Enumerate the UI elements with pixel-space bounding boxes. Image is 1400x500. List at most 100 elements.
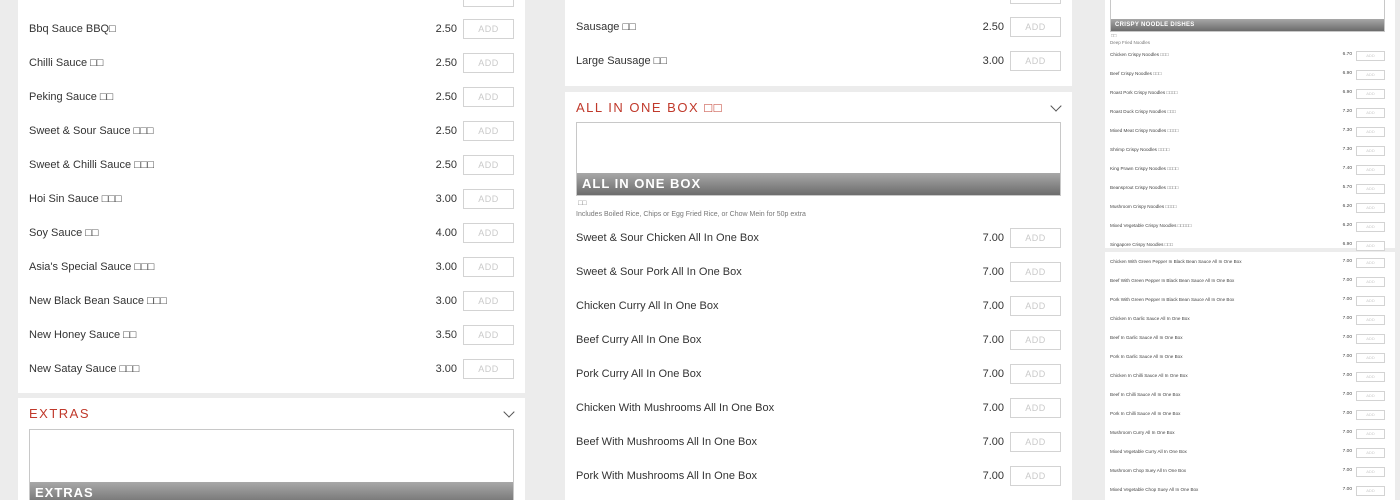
menu-item-row: Sweet & Sour Chicken All In One Box 7.00 A… [565,228,1072,265]
add-button[interactable]: ADD [1356,127,1385,137]
item-name: Chilli Sauce □□ [29,57,104,69]
add-button[interactable]: ADD [1356,391,1385,401]
item-name: Sweet & Chilli Sauce □□□ [29,159,155,171]
add-button[interactable]: ADD [463,53,514,73]
menu-item-row: Large Sausage □□ 3.00 ADD [565,51,1072,88]
item-price: 7.00 [1342,259,1352,264]
add-button[interactable]: ADD [1356,486,1385,496]
add-button[interactable]: ADD [1010,432,1061,452]
add-button[interactable]: ADD [1356,372,1385,382]
menu-item-row: Roast Duck Crispy Noodles □□□ 7.20 ADD [1105,108,1395,128]
item-price: 7.30 [1342,128,1352,133]
add-button[interactable]: ADD [1356,334,1385,344]
item-price: 7.00 [982,300,1004,312]
item-price: 6.90 [1342,71,1352,76]
add-button[interactable]: ADD [1010,262,1061,282]
add-button[interactable]: ADD [463,155,514,175]
add-button[interactable]: ADD [463,87,514,107]
banner-title: ALL IN ONE BOX [577,173,1060,195]
add-button[interactable]: ADD [1010,398,1061,418]
menu-item-row: Shrimp Crispy Noodles □□□□ 7.30 ADD [1105,146,1395,166]
add-button[interactable]: ADD [1356,51,1385,61]
item-name: Chicken Crispy Noodles □□□ [1110,52,1169,57]
add-button[interactable]: ADD [1356,146,1385,156]
item-price: 7.00 [982,334,1004,346]
item-name: Pork Curry All In One Box [576,368,702,380]
menu-item-row: Mixed Vegetable Crispy Noodles □□□□□ 6.20… [1105,222,1395,242]
menu-item-row: Chicken In Garlic Sauce All In One Box 7.… [1105,315,1395,335]
add-button[interactable]: ADD [1356,70,1385,80]
add-button[interactable]: ADD [1010,51,1061,71]
add-button[interactable]: ADD [1356,353,1385,363]
item-name: Beef In Garlic Sauce All In One Box [1110,335,1183,340]
menu-item-row: Chicken Crispy Noodles □□□ 6.70 ADD [1105,51,1395,71]
add-button[interactable]: ADD [463,19,514,39]
item-name: New Honey Sauce □□ [29,329,137,341]
menu-item-row: Chicken With Green Pepper In Black Bean … [1105,258,1395,278]
add-button[interactable] [1010,0,1061,4]
add-button[interactable]: ADD [463,223,514,243]
add-button[interactable] [463,0,514,7]
item-name: Chicken In Chilli Sauce All In One Box [1110,373,1188,378]
menu-item-row: Chicken Curry All In One Box 7.00 ADD [565,296,1072,333]
menu-item-row: Beansprout Crispy Noodles □□□□ 5.70 ADD [1105,184,1395,204]
add-button[interactable]: ADD [1356,89,1385,99]
add-button[interactable]: ADD [1356,184,1385,194]
add-button[interactable]: ADD [1356,467,1385,477]
add-button[interactable]: ADD [463,325,514,345]
item-price: 3.00 [435,295,457,307]
item-price: 6.90 [1342,90,1352,95]
section-description: Deep Fried Noodles [1110,40,1151,45]
item-name: Roast Pork Crispy Noodles □□□□ [1110,90,1178,95]
item-name: Large Sausage □□ [576,55,667,67]
item-price: 7.00 [982,368,1004,380]
item-price: 7.00 [982,470,1004,482]
add-button[interactable]: ADD [1356,203,1385,213]
section-header[interactable]: ALL IN ONE BOX □□ [565,92,1072,122]
add-button[interactable]: ADD [1010,228,1061,248]
add-button[interactable]: ADD [463,359,514,379]
item-name: Chicken In Garlic Sauce All In One Box [1110,316,1190,321]
add-button[interactable]: ADD [1010,296,1061,316]
section-chinese-name: □□ [1111,33,1117,38]
add-button[interactable]: ADD [1356,241,1385,251]
menu-item-row: Pork Curry All In One Box 7.00 ADD [565,364,1072,401]
add-button[interactable]: ADD [1356,315,1385,325]
menu-item-row: Bbq Sauce BBQ□ 2.50 ADD [18,19,525,56]
menu-column-2: Sausage □□ 2.50 ADD Large Sausage □□ 3.00 ADD… [565,0,1072,500]
item-price: 2.50 [435,57,457,69]
add-button[interactable]: ADD [1010,330,1061,350]
add-button[interactable]: ADD [1356,429,1385,439]
item-price: 7.00 [1342,373,1352,378]
item-name: Sweet & Sour Pork All In One Box [576,266,742,278]
add-button[interactable]: ADD [463,291,514,311]
add-button[interactable]: ADD [1010,364,1061,384]
menu-item-row: New Honey Sauce □□ 3.50 ADD [18,325,525,362]
add-button[interactable]: ADD [463,257,514,277]
menu-item-row: Pork With Green Pepper In Black Bean Sau… [1105,296,1395,316]
add-button[interactable]: ADD [1356,222,1385,232]
menu-item-row: Peking Sauce □□ 2.50 ADD [18,87,525,124]
menu-item-row: Beef Crispy Noodles □□□ 6.90 ADD [1105,70,1395,90]
add-button[interactable]: ADD [1010,17,1061,37]
add-button[interactable]: ADD [463,189,514,209]
item-price: 2.50 [982,21,1004,33]
item-name: Beef With Green Pepper In Black Bean Sau… [1110,278,1235,283]
add-button[interactable]: ADD [1356,296,1385,306]
add-button[interactable]: ADD [1356,165,1385,175]
chevron-down-icon[interactable] [1050,100,1062,112]
menu-item-row: Mushroom Crispy Noodles □□□□ 6.20 ADD [1105,203,1395,223]
add-button[interactable]: ADD [1356,448,1385,458]
section-title: ALL IN ONE BOX □□ [576,100,723,115]
add-button[interactable]: ADD [1356,410,1385,420]
item-price: 7.00 [1342,297,1352,302]
menu-item-row: Mixed Vegetable Curry All In One Box 7.00… [1105,448,1395,468]
add-button[interactable]: ADD [1010,466,1061,486]
add-button[interactable]: ADD [1356,277,1385,287]
add-button[interactable]: ADD [463,121,514,141]
add-button[interactable]: ADD [1356,258,1385,268]
chevron-down-icon[interactable] [503,406,515,418]
extras-section[interactable]: EXTRAS EXTRAS [18,398,525,500]
add-button[interactable]: ADD [1356,108,1385,118]
item-price: 3.00 [435,363,457,375]
